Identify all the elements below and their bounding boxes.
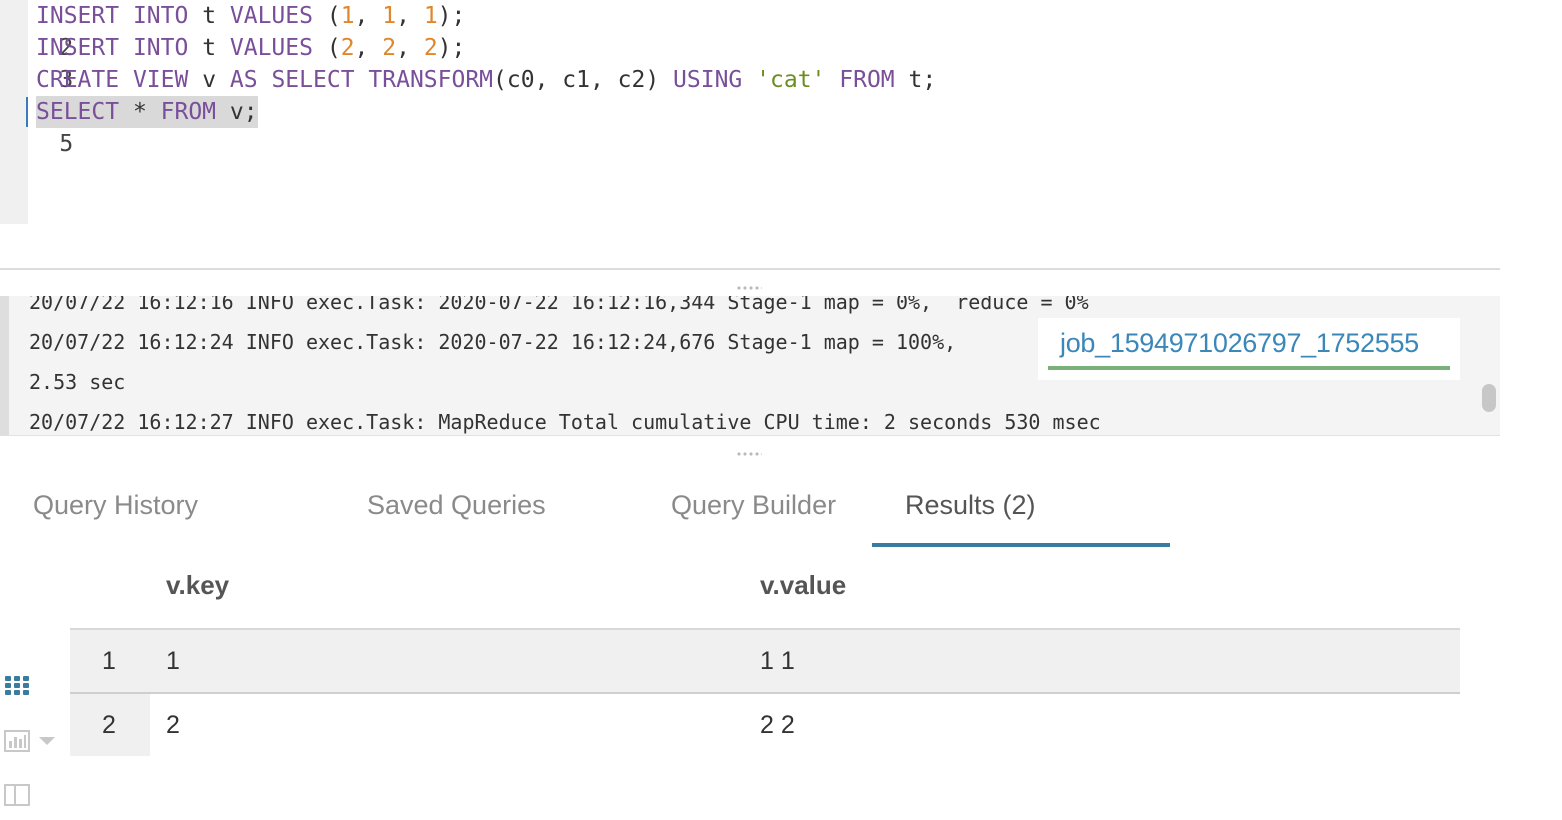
sql-keyword: CREATE [36, 67, 120, 93]
sql-text: , [396, 35, 424, 61]
sql-text: v; [216, 99, 258, 125]
row-index: 2 [102, 711, 116, 739]
sql-keyword: INTO [132, 35, 189, 61]
code-line[interactable]: 2 INSERT INTO t VALUES (1, 1, 1); [0, 0, 465, 61]
cell-value[interactable]: 1 1 [760, 630, 795, 692]
sql-keyword: AS [229, 67, 258, 93]
sql-text: , [396, 3, 424, 29]
resize-grip-icon[interactable] [736, 452, 762, 456]
code-line[interactable]: 5 SELECT * FROM v; [0, 96, 258, 157]
table-row[interactable]: 1 1 1 1 [70, 630, 1460, 694]
log-line: 20/07/22 16:12:24 INFO exec.Task: 2020-0… [29, 330, 957, 354]
row-index: 1 [102, 647, 116, 675]
code-line[interactable]: 3 INSERT INTO t VALUES (2, 2, 2); [0, 32, 465, 93]
sql-keyword: TRANSFORM [368, 67, 494, 93]
columns-icon[interactable] [4, 784, 30, 806]
sql-number: 1 [340, 3, 355, 29]
sql-text: t [188, 3, 230, 29]
sql-number: 2 [340, 35, 355, 61]
job-progress-bar [1048, 366, 1450, 370]
sql-text: ); [437, 3, 466, 29]
tab-query-builder[interactable]: Query Builder [671, 490, 836, 521]
column-header-key[interactable]: v.key [166, 570, 229, 601]
code-text-selected[interactable]: SELECT * FROM v; [36, 96, 258, 128]
sql-keyword: VIEW [132, 67, 189, 93]
active-tab-indicator [872, 543, 1170, 547]
log-line: 20/07/22 16:12:27 INFO exec.Task: MapRed… [29, 410, 1101, 434]
sql-text: ); [437, 35, 466, 61]
code-line[interactable]: 4 CREATE VIEW v AS SELECT TRANSFORM(c0, … [0, 64, 936, 125]
sql-keyword: USING [673, 67, 743, 93]
sql-keyword: INTO [132, 3, 189, 29]
code-text[interactable]: INSERT INTO t VALUES (2, 2, 2); [36, 32, 465, 64]
chevron-down-icon[interactable] [38, 736, 56, 746]
code-text[interactable]: CREATE VIEW v AS SELECT TRANSFORM(c0, c1… [36, 64, 936, 96]
tab-results[interactable]: Results (2) [905, 490, 1036, 521]
sql-keyword: SELECT [36, 99, 120, 125]
sql-keyword: FROM [839, 67, 895, 93]
sql-string: 'cat' [756, 67, 826, 93]
log-line: 2.53 sec [29, 370, 126, 394]
sql-text: t [188, 35, 230, 61]
tab-saved-queries[interactable]: Saved Queries [367, 490, 546, 521]
sql-number: 1 [423, 3, 438, 29]
sql-keyword: FROM [160, 99, 217, 125]
sql-keyword: INSERT [36, 35, 120, 61]
sql-keyword: SELECT [271, 67, 355, 93]
sql-text: v [188, 67, 230, 93]
cell-key[interactable]: 2 [166, 694, 180, 756]
text-cursor [26, 97, 28, 127]
cell-key[interactable]: 1 [166, 630, 180, 692]
column-header-value[interactable]: v.value [760, 570, 846, 601]
code-text[interactable]: INSERT INTO t VALUES (1, 1, 1); [36, 0, 465, 32]
sql-text: * [119, 99, 161, 125]
sql-text: t; [894, 67, 937, 93]
sql-number: 2 [423, 35, 438, 61]
editor-splitter[interactable] [0, 268, 1500, 270]
sql-text: ( [312, 35, 341, 61]
log-line: 20/07/22 16:12:16 INFO exec.Task: 2020-0… [29, 296, 1089, 314]
resize-grip-icon[interactable] [736, 286, 762, 290]
sql-keyword: VALUES [229, 35, 313, 61]
job-link-popup: job_1594971026797_1752555 [1038, 318, 1460, 380]
sql-text: , [354, 3, 383, 29]
sql-text: , [354, 35, 383, 61]
table-row[interactable]: 2 2 2 2 [70, 694, 1460, 756]
sql-keyword: VALUES [229, 3, 313, 29]
sql-number: 2 [382, 35, 397, 61]
tab-query-history[interactable]: Query History [33, 490, 198, 521]
sql-keyword: INSERT [36, 3, 120, 29]
sql-editor[interactable]: 2 INSERT INTO t VALUES (1, 1, 1); 3 INSE… [0, 0, 1500, 224]
grid-icon[interactable] [4, 674, 32, 698]
bar-chart-icon[interactable] [4, 730, 30, 752]
log-scrollbar[interactable] [1482, 384, 1496, 412]
sql-text: ( [312, 3, 341, 29]
job-link[interactable]: job_1594971026797_1752555 [1060, 328, 1419, 359]
line-number: 5 [59, 131, 74, 157]
cell-value[interactable]: 2 2 [760, 694, 795, 756]
sql-text: (c0, c1, c2) [493, 67, 674, 93]
sql-number: 1 [382, 3, 397, 29]
